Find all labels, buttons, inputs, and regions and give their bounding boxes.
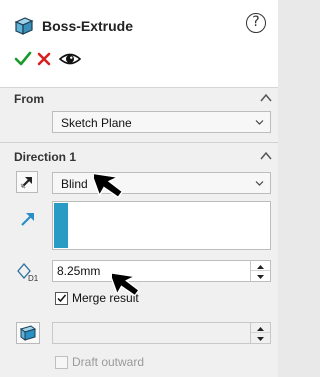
- property-manager-panel: Boss-Extrude ? From Sketch Plane Directi…: [0, 0, 278, 377]
- from-section-title: From: [14, 92, 44, 106]
- direction-vector-icon: [18, 209, 38, 229]
- reverse-direction-icon: [20, 177, 32, 189]
- caret-down-icon: [257, 337, 264, 341]
- ok-button[interactable]: [14, 50, 32, 68]
- checkmark-icon: [14, 51, 32, 66]
- draft-toggle-button[interactable]: [16, 322, 40, 344]
- draft-outward-label[interactable]: Draft outward: [72, 355, 144, 369]
- depth-value: 8.25mm: [57, 264, 101, 278]
- pointer-arrow-icon: [94, 172, 124, 199]
- detailed-preview-button[interactable]: [58, 50, 82, 68]
- draft-outward-checkbox[interactable]: [55, 356, 68, 369]
- spinner-up-button[interactable]: [251, 261, 270, 271]
- direction1-section-title: Direction 1: [14, 150, 77, 164]
- selection-accent-bar: [54, 203, 68, 248]
- help-button[interactable]: ?: [246, 13, 266, 33]
- from-dropdown-value: Sketch Plane: [61, 116, 132, 130]
- draft-icon: [19, 325, 37, 341]
- draft-angle-input[interactable]: [52, 322, 271, 344]
- from-section-header[interactable]: From: [0, 89, 278, 109]
- caret-down-icon: [257, 275, 264, 279]
- spinner-down-button[interactable]: [251, 271, 270, 281]
- svg-text:D1: D1: [28, 274, 39, 283]
- spinner-up-button[interactable]: [251, 323, 270, 333]
- depth-d1-icon: D1: [16, 261, 40, 283]
- chevron-down-icon: [255, 120, 264, 125]
- from-dropdown[interactable]: Sketch Plane: [52, 111, 271, 133]
- end-condition-dropdown[interactable]: Blind: [52, 172, 271, 194]
- reverse-direction-button[interactable]: [16, 171, 38, 193]
- x-icon: [37, 52, 51, 66]
- spinner-down-button[interactable]: [251, 333, 270, 343]
- section-divider: [0, 142, 278, 143]
- chevron-up-icon[interactable]: [260, 93, 272, 103]
- depth-spinner[interactable]: [250, 261, 270, 281]
- direction-selection-box[interactable]: [52, 201, 271, 250]
- boss-extrude-icon: [13, 16, 35, 36]
- depth-input[interactable]: 8.25mm: [52, 260, 271, 282]
- page-title: Boss-Extrude: [42, 18, 134, 34]
- panel-header: Boss-Extrude ?: [0, 0, 278, 88]
- checkmark-icon: [57, 294, 67, 303]
- end-condition-value: Blind: [61, 177, 88, 191]
- chevron-up-icon[interactable]: [260, 151, 272, 161]
- direction1-section-header[interactable]: Direction 1: [0, 147, 278, 167]
- merge-result-checkbox[interactable]: [55, 292, 68, 305]
- eye-icon: [58, 53, 82, 65]
- draft-spinner[interactable]: [250, 323, 270, 343]
- chevron-down-icon: [255, 181, 264, 186]
- cancel-button[interactable]: [36, 51, 52, 67]
- pointer-arrow-icon: [112, 271, 140, 297]
